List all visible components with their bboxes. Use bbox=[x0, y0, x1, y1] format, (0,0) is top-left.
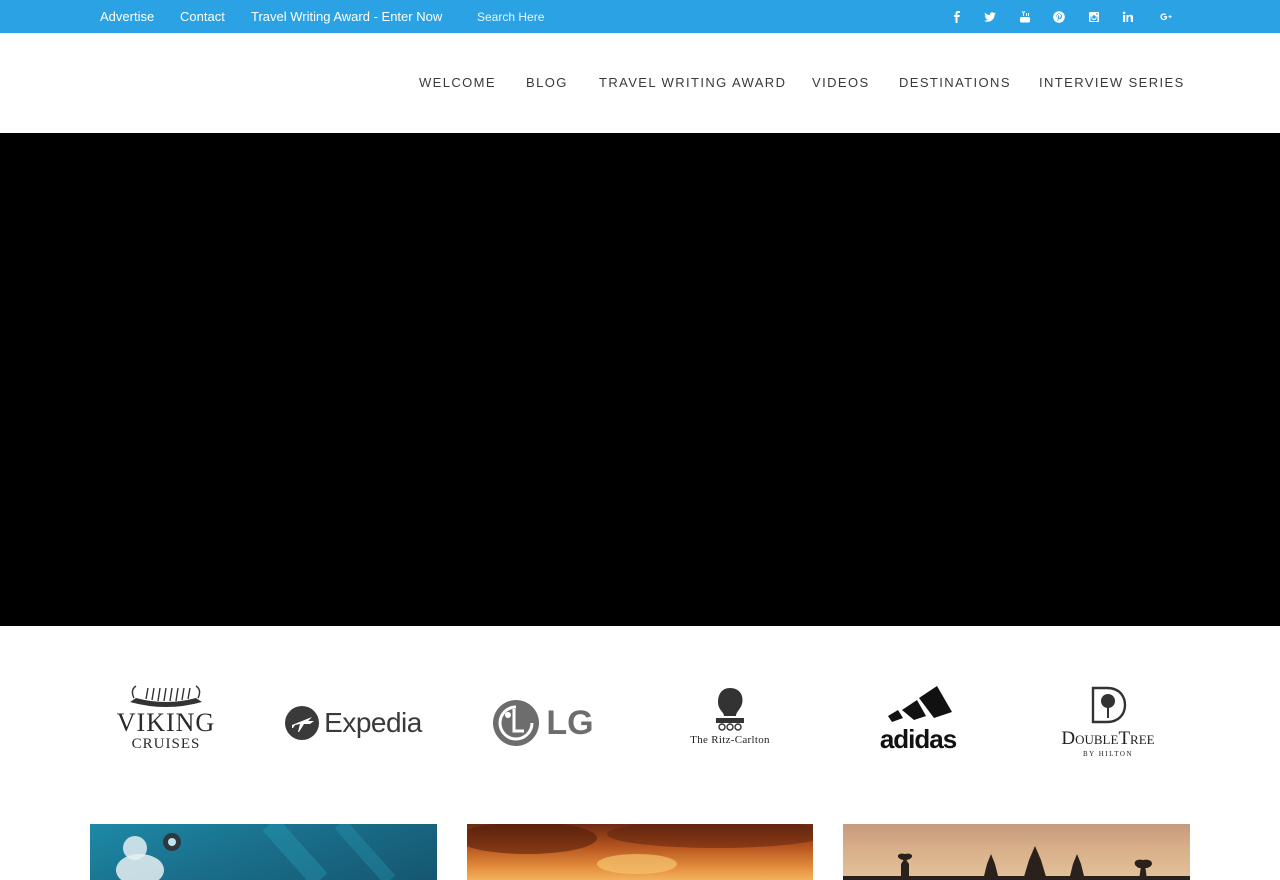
youtube-icon[interactable] bbox=[1013, 0, 1037, 33]
lion-crown-icon bbox=[716, 688, 744, 731]
expedia-logo[interactable]: Expedia bbox=[278, 678, 428, 768]
linkedin-icon[interactable] bbox=[1116, 0, 1140, 33]
viking-cruises-logo[interactable]: VIKING CRUISES bbox=[100, 678, 232, 768]
nav-blog[interactable]: BLOG bbox=[526, 33, 568, 133]
search-input[interactable] bbox=[470, 6, 620, 28]
viking-ship-icon bbox=[130, 685, 202, 707]
facebook-icon[interactable] bbox=[945, 0, 969, 33]
diver-illustration bbox=[116, 824, 396, 880]
nav-welcome[interactable]: WELCOME bbox=[419, 33, 496, 133]
top-bar: Advertise Contact Travel Writing Award -… bbox=[0, 0, 1280, 33]
angkor-wat-image[interactable] bbox=[843, 824, 1190, 880]
contact-link[interactable]: Contact bbox=[180, 0, 225, 33]
travel-writing-award-link[interactable]: Travel Writing Award - Enter Now bbox=[251, 0, 442, 33]
clouds-illustration bbox=[467, 824, 813, 874]
partner-logos-strip: VIKING CRUISES Expedia LG The Ritz-Carlt… bbox=[0, 626, 1280, 824]
nav-videos[interactable]: VIDEOS bbox=[812, 33, 870, 133]
pinterest-icon[interactable] bbox=[1047, 0, 1071, 33]
doubletree-logo[interactable]: DoubleTree BY HILTON bbox=[1050, 678, 1166, 768]
nav-travel-writing-award[interactable]: TRAVEL WRITING AWARD bbox=[599, 33, 786, 133]
hero-video-area[interactable] bbox=[0, 133, 1280, 626]
doubletree-d-icon bbox=[1091, 686, 1127, 724]
advertise-link[interactable]: Advertise bbox=[100, 0, 154, 33]
instagram-icon[interactable] bbox=[1082, 0, 1106, 33]
temple-silhouette bbox=[843, 846, 1190, 880]
ritz-carlton-logo[interactable]: The Ritz-Carlton bbox=[670, 678, 790, 768]
adidas-stripes-icon bbox=[888, 686, 952, 722]
expedia-plane-icon bbox=[285, 706, 320, 740]
nav-interview-series[interactable]: INTERVIEW SERIES bbox=[1039, 33, 1185, 133]
lg-logo[interactable]: LG bbox=[490, 678, 596, 768]
main-navbar: WELCOME BLOG TRAVEL WRITING AWARD VIDEOS… bbox=[0, 33, 1280, 133]
sunset-clouds-image[interactable] bbox=[467, 824, 813, 880]
twitter-icon[interactable] bbox=[978, 0, 1002, 33]
lg-face-icon bbox=[493, 700, 540, 746]
diver-underwater-image[interactable] bbox=[90, 824, 437, 880]
google-plus-icon[interactable] bbox=[1154, 0, 1178, 33]
adidas-logo[interactable]: adidas bbox=[866, 678, 970, 768]
nav-destinations[interactable]: DESTINATIONS bbox=[899, 33, 1011, 133]
